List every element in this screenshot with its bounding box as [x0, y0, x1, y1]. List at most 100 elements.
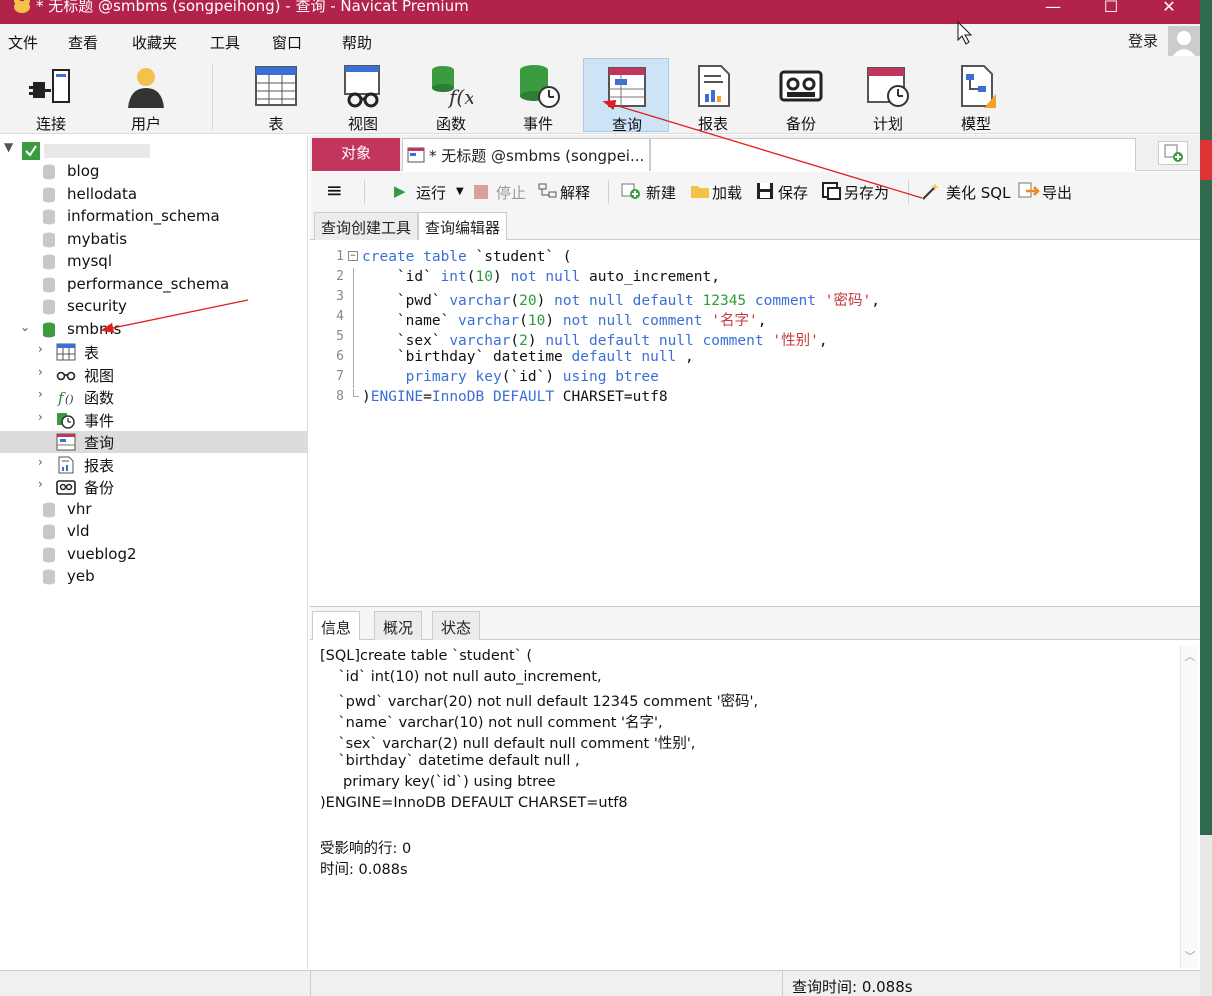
table-icon [255, 66, 297, 106]
database-icon [43, 322, 55, 337]
database-icon [43, 254, 55, 270]
connection-node[interactable]: ▼ [0, 139, 307, 161]
run-button[interactable]: 运行 [416, 182, 446, 203]
save-as-button[interactable]: 另存为 [844, 182, 889, 203]
database-node[interactable]: yeb [0, 566, 307, 588]
view-button[interactable]: 视图 [320, 58, 406, 133]
tree-node-functions[interactable]: › f() 函数 [0, 386, 307, 408]
tree-node-events[interactable]: › 事件 [0, 409, 307, 431]
menu-tools[interactable]: 工具 [210, 32, 240, 53]
tab-query[interactable]: * 无标题 @smbms (songpei... [402, 138, 650, 171]
export-button[interactable]: 导出 [1042, 182, 1072, 203]
chevron-right-icon[interactable]: › [38, 365, 43, 379]
run-dropdown-icon[interactable]: ▼ [456, 186, 464, 197]
chevron-right-icon[interactable]: › [38, 387, 43, 401]
backup-icon [56, 480, 76, 495]
database-name: vueblog2 [67, 544, 137, 563]
database-node[interactable]: hellodata [0, 184, 307, 206]
tab-query-builder[interactable]: 查询创建工具 [314, 212, 419, 240]
table-button[interactable]: 表 [233, 58, 319, 133]
database-node[interactable]: blog [0, 161, 307, 183]
result-scrollbar[interactable]: ︿ ﹀ [1180, 646, 1198, 968]
database-node[interactable]: mybatis [0, 229, 307, 251]
tab-objects[interactable]: 对象 [312, 138, 400, 171]
query-label: 查询 [611, 116, 642, 134]
menu-window[interactable]: 窗口 [272, 32, 302, 53]
new-tab-button[interactable] [1158, 141, 1188, 165]
tab-profile[interactable]: 概况 [374, 611, 423, 641]
window-title: * 无标题 @smbms (songpeihong) - 查询 - Navica… [36, 0, 469, 15]
database-node[interactable]: information_schema [0, 206, 307, 228]
result-line: 受影响的行: 0 [320, 841, 412, 857]
avatar[interactable] [1168, 26, 1200, 58]
tree-node-tables[interactable]: › 表 [0, 341, 307, 363]
database-node[interactable]: vhr [0, 499, 307, 521]
database-node[interactable]: performance_schema [0, 274, 307, 296]
maximize-button[interactable]: ☐ [1088, 0, 1134, 22]
title-bar: * 无标题 @smbms (songpeihong) - 查询 - Navica… [0, 0, 1212, 24]
schedule-button[interactable]: 计划 [845, 58, 931, 133]
tree-node-reports[interactable]: › 报表 [0, 454, 307, 476]
svg-text:(): () [65, 393, 74, 406]
hamburger-menu-icon[interactable]: ≡ [326, 178, 343, 202]
database-name: yeb [67, 567, 95, 585]
schedule-label: 计划 [872, 115, 903, 133]
query-button[interactable]: 查询 [583, 58, 669, 134]
tab-status[interactable]: 状态 [432, 611, 481, 641]
report-button[interactable]: 报表 [670, 58, 756, 133]
minimize-button[interactable]: — [1030, 0, 1076, 22]
close-button[interactable]: ✕ [1146, 0, 1192, 22]
database-node[interactable]: vueblog2 [0, 544, 307, 566]
menu-help[interactable]: 帮助 [342, 32, 372, 53]
chevron-right-icon[interactable]: › [38, 455, 43, 469]
new-button[interactable]: 新建 [646, 182, 676, 203]
result-line: `birthday` datetime default null , [320, 753, 580, 769]
chevron-right-icon[interactable]: › [38, 342, 43, 356]
tab-query-label: * 无标题 @smbms (songpei... [429, 147, 645, 165]
explain-button[interactable]: 解释 [560, 182, 590, 203]
chevron-down-icon[interactable]: ⌄ [20, 320, 30, 334]
query-tab-icon [407, 147, 425, 163]
stop-icon [474, 185, 488, 199]
database-name: mybatis [67, 229, 128, 248]
save-button[interactable]: 保存 [778, 182, 808, 203]
tree-node-queries[interactable]: 查询 [0, 431, 307, 453]
chevron-right-icon[interactable]: › [38, 477, 43, 491]
database-node[interactable]: mysql [0, 251, 307, 273]
code-line: 2 `id` int(10) not null auto_increment, [310, 268, 1200, 288]
menu-favorites[interactable]: 收藏夹 [132, 32, 177, 53]
menu-file[interactable]: 文件 [8, 32, 38, 53]
menu-view[interactable]: 查看 [68, 32, 98, 53]
sql-editor[interactable]: 1− create table `student` ( 2 `id` int(1… [310, 240, 1200, 606]
database-node[interactable]: vld [0, 521, 307, 543]
tree-node-backups[interactable]: › 备份 [0, 476, 307, 498]
database-icon [43, 209, 55, 225]
view-icon [56, 371, 76, 380]
result-tabs: 信息 概况 状态 [310, 606, 1200, 641]
load-button[interactable]: 加载 [712, 182, 742, 203]
fold-toggle[interactable]: − [348, 251, 358, 261]
backup-button[interactable]: 备份 [758, 58, 844, 133]
database-node[interactable]: ⌄ smbms [0, 319, 307, 341]
scroll-up-icon[interactable]: ︿ [1181, 648, 1199, 666]
status-bar: 查询时间: 0.088s [0, 970, 1200, 996]
tab-strip-empty [650, 138, 1136, 171]
beautify-sql-button[interactable]: 美化 SQL [946, 182, 1010, 203]
login-link[interactable]: 登录 [1128, 30, 1158, 51]
connect-button[interactable]: 连接 [8, 58, 94, 133]
tree-node-views[interactable]: › 视图 [0, 364, 307, 386]
tab-query-editor[interactable]: 查询编辑器 [418, 212, 508, 240]
database-icon [43, 524, 55, 540]
query-toolbar: ≡ ▶ 运行 ▼ 停止 解释 新建 加载 保存 另存为 美化 SQL 导出 [310, 172, 1200, 210]
event-button[interactable]: 事件 [495, 58, 581, 133]
chevron-down-icon[interactable]: ▼ [4, 140, 13, 154]
scroll-down-icon[interactable]: ﹀ [1181, 948, 1199, 966]
event-icon [57, 412, 75, 429]
stop-button[interactable]: 停止 [496, 182, 526, 203]
user-button[interactable]: 用户 [103, 58, 189, 133]
function-button[interactable]: f(x) 函数 [408, 58, 494, 133]
model-button[interactable]: 模型 [933, 58, 1019, 133]
tab-info[interactable]: 信息 [312, 611, 361, 641]
chevron-right-icon[interactable]: › [38, 410, 43, 424]
database-node[interactable]: security [0, 296, 307, 318]
